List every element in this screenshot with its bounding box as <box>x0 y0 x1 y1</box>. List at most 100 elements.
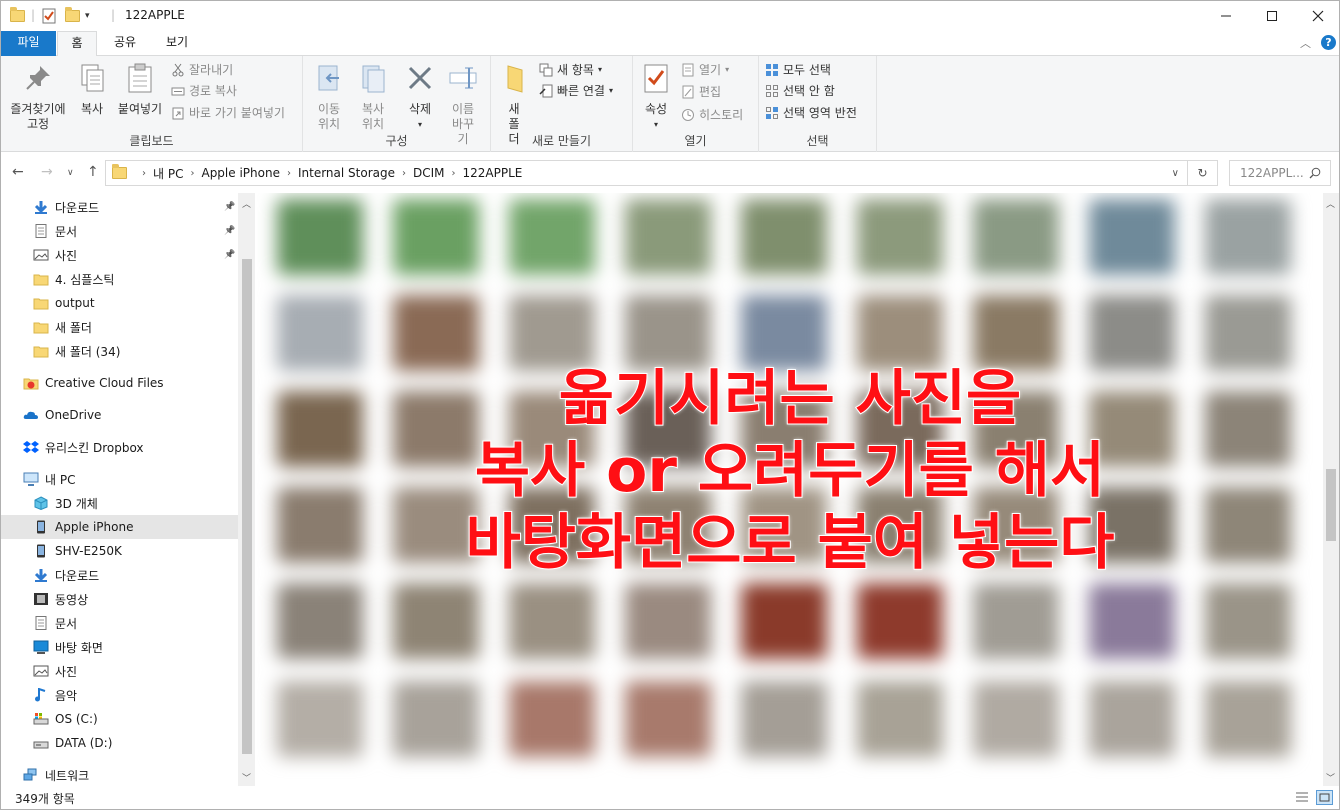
photo-thumbnail[interactable] <box>393 295 479 371</box>
photo-thumbnail[interactable] <box>1205 583 1291 659</box>
nav-item[interactable]: 문서 📌 <box>1 219 238 243</box>
nav-item[interactable]: 새 폴더 (34) <box>1 339 238 363</box>
nav-item[interactable]: 다운로드 <box>1 563 238 587</box>
photo-thumbnail[interactable] <box>625 199 711 275</box>
breadcrumb-122apple[interactable]: 122APPLE <box>463 166 523 180</box>
search-box[interactable]: 122APPL... <box>1229 160 1331 186</box>
nav-item[interactable]: 문서 <box>1 611 238 635</box>
photo-thumbnail[interactable] <box>1089 295 1175 371</box>
chevron-right-icon[interactable]: › <box>287 168 291 179</box>
tab-home[interactable]: 홈 <box>57 31 97 57</box>
photo-thumbnail[interactable] <box>277 199 363 275</box>
nav-item[interactable]: Creative Cloud Files <box>1 371 238 395</box>
close-button[interactable] <box>1295 1 1340 31</box>
breadcrumb-pc[interactable]: 내 PC <box>153 165 183 182</box>
nav-item[interactable]: 동영상 <box>1 587 238 611</box>
help-icon[interactable]: ? <box>1321 35 1336 50</box>
photo-thumbnail[interactable] <box>741 583 827 659</box>
paste-shortcut-button[interactable]: 바로 가기 붙여넣기 <box>171 105 285 121</box>
photo-thumbnail[interactable] <box>393 583 479 659</box>
chevron-right-icon[interactable]: › <box>190 168 194 179</box>
chevron-right-icon[interactable]: › <box>142 168 146 179</box>
nav-item[interactable]: 새 폴더 <box>1 315 238 339</box>
edit-button[interactable]: 편집 <box>681 84 721 100</box>
new-folder-quick-icon[interactable] <box>65 7 80 24</box>
up-arrow-icon[interactable]: ↑ <box>87 164 99 180</box>
nav-item[interactable]: 유리스킨 Dropbox <box>1 435 238 459</box>
back-arrow-icon[interactable]: ← <box>12 164 24 180</box>
file-view-scroll-thumb[interactable] <box>1326 469 1336 541</box>
address-bar[interactable]: › 내 PC › Apple iPhone › Internal Storage… <box>105 160 1188 186</box>
paste-button[interactable]: 붙여넣기 <box>114 62 166 117</box>
photo-thumbnail[interactable] <box>625 583 711 659</box>
photo-thumbnail[interactable] <box>509 199 595 275</box>
nav-item[interactable]: 3D 개체 <box>1 491 238 515</box>
minimize-button[interactable] <box>1203 1 1249 31</box>
nav-item[interactable]: 사진 <box>1 659 238 683</box>
photo-thumbnail[interactable] <box>857 295 943 371</box>
properties-button[interactable]: 속성 ▾ <box>639 62 673 132</box>
nav-item[interactable]: 4. 심플스틱 <box>1 267 238 291</box>
nav-item[interactable]: DATA (D:) <box>1 731 238 755</box>
photo-thumbnail[interactable] <box>277 681 363 757</box>
nav-item[interactable]: 사진 📌 <box>1 243 238 267</box>
photo-thumbnail[interactable] <box>973 681 1059 757</box>
nav-item[interactable]: OneDrive <box>1 403 238 427</box>
large-icons-view-icon[interactable] <box>1316 790 1333 805</box>
customize-quick-access-icon[interactable]: ▾ <box>85 8 90 24</box>
recent-locations-icon[interactable]: ∨ <box>67 168 74 178</box>
photo-thumbnail[interactable] <box>509 583 595 659</box>
photo-thumbnail[interactable] <box>973 199 1059 275</box>
photo-thumbnail[interactable] <box>857 681 943 757</box>
photo-thumbnail[interactable] <box>973 583 1059 659</box>
tab-share[interactable]: 공유 <box>105 31 145 56</box>
cut-button[interactable]: 잘라내기 <box>171 62 233 78</box>
breadcrumb-dcim[interactable]: DCIM <box>413 166 445 180</box>
history-button[interactable]: 히스토리 <box>681 107 743 123</box>
photo-thumbnail[interactable] <box>741 681 827 757</box>
chevron-right-icon[interactable]: › <box>402 168 406 179</box>
photo-thumbnail[interactable] <box>741 295 827 371</box>
nav-item[interactable]: 다운로드 📌 <box>1 195 238 219</box>
photo-thumbnail[interactable] <box>393 681 479 757</box>
nav-item[interactable]: 음악 <box>1 683 238 707</box>
nav-item[interactable]: 바탕 화면 <box>1 635 238 659</box>
photo-thumbnail[interactable] <box>973 295 1059 371</box>
chevron-down-icon[interactable]: ∨ <box>1172 168 1179 179</box>
details-view-icon[interactable] <box>1295 791 1309 807</box>
easy-access-button[interactable]: 빠른 연결 ▾ <box>539 83 613 99</box>
photo-thumbnail[interactable] <box>1089 681 1175 757</box>
photo-thumbnail[interactable] <box>1205 295 1291 371</box>
breadcrumb-internal-storage[interactable]: Internal Storage <box>298 166 395 180</box>
photo-thumbnail[interactable] <box>741 199 827 275</box>
copy-to-button[interactable]: 복사 위치 <box>353 62 393 132</box>
nav-item[interactable]: output <box>1 291 238 315</box>
refresh-button[interactable]: ↻ <box>1188 160 1218 186</box>
delete-button[interactable]: 삭제 ▾ <box>401 62 439 132</box>
open-button[interactable]: 열기 ▾ <box>681 62 729 78</box>
photo-thumbnail[interactable] <box>857 199 943 275</box>
maximize-button[interactable] <box>1249 1 1295 31</box>
forward-arrow-icon[interactable]: → <box>41 164 53 180</box>
photo-thumbnail[interactable] <box>1205 199 1291 275</box>
photo-thumbnail[interactable] <box>625 681 711 757</box>
photo-thumbnail[interactable] <box>393 199 479 275</box>
photo-thumbnail[interactable] <box>277 583 363 659</box>
nav-item[interactable]: 네트워크 <box>1 763 238 786</box>
file-view[interactable]: 옮기시려는 사진을 복사 or 오려두기를 해서 바탕화면으로 붙여 넣는다 <box>257 193 1323 786</box>
collapse-ribbon-icon[interactable]: ︿ <box>1300 35 1311 51</box>
select-none-button[interactable]: 선택 안 함 <box>765 83 835 99</box>
photo-thumbnail[interactable] <box>1089 199 1175 275</box>
move-to-button[interactable]: 이동 위치 <box>309 62 349 132</box>
nav-item[interactable]: SHV-E250K <box>1 539 238 563</box>
nav-item[interactable]: 내 PC <box>1 467 238 491</box>
photo-thumbnail[interactable] <box>1089 583 1175 659</box>
photo-thumbnail[interactable] <box>509 295 595 371</box>
tab-view[interactable]: 보기 <box>153 31 201 56</box>
copy-path-button[interactable]: 경로 복사 <box>171 83 237 99</box>
breadcrumb-iphone[interactable]: Apple iPhone <box>201 166 279 180</box>
photo-thumbnail[interactable] <box>625 295 711 371</box>
chevron-right-icon[interactable]: › <box>452 168 456 179</box>
copy-button[interactable]: 복사 <box>75 62 109 117</box>
pin-to-quick-access-button[interactable]: 즐겨찾기에 고정 <box>5 62 71 132</box>
